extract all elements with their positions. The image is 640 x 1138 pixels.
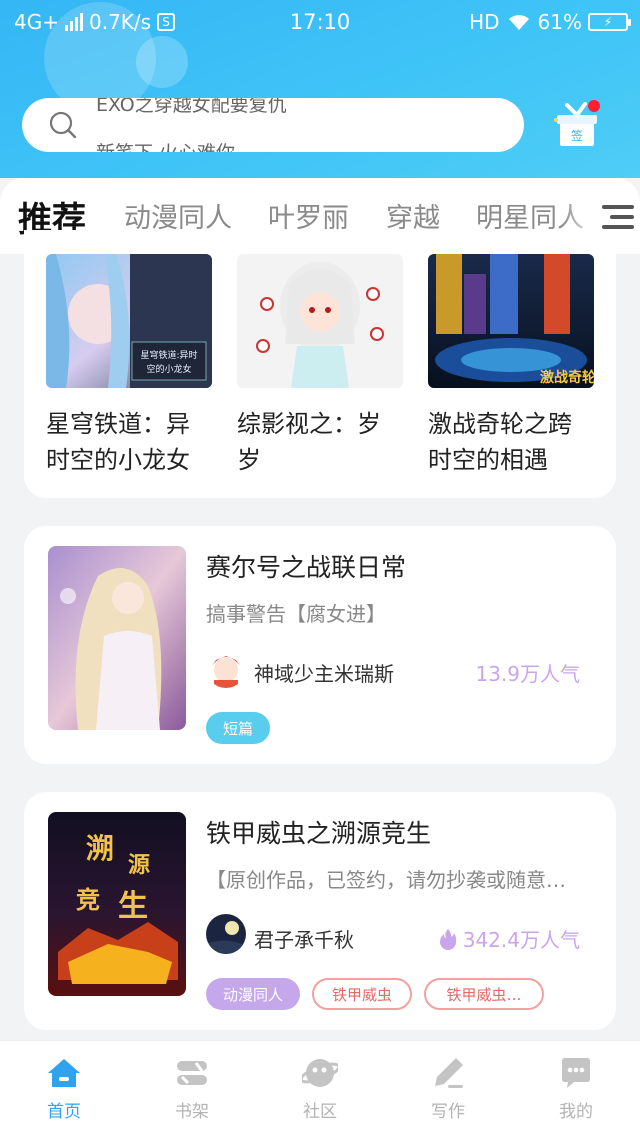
book-card[interactable]: 赛尔号之战联日常 搞事警告【腐女进】 神域少主米瑞斯 13.9万人气 短篇 xyxy=(24,526,616,764)
nav-community-label: 社区 xyxy=(303,1102,337,1122)
svg-text:溯: 溯 xyxy=(86,832,114,865)
search-suggestion-1: EXO之穿越女配要复仇 xyxy=(96,98,287,116)
bookshelf-icon xyxy=(177,1061,207,1085)
tag-anime-fanfic[interactable]: 动漫同人 xyxy=(206,978,300,1010)
svg-text:激战奇轮: 激战奇轮 xyxy=(540,369,594,386)
nav-home-label: 首页 xyxy=(47,1102,81,1122)
svg-text:生: 生 xyxy=(118,889,148,924)
book-description: 搞事警告【腐女进】 xyxy=(206,602,386,626)
book-cover[interactable] xyxy=(48,546,186,730)
menu-icon[interactable] xyxy=(600,202,636,232)
nav-write[interactable]: 写作 xyxy=(408,1055,488,1122)
battery-percent: 61% xyxy=(537,10,582,34)
tag-genre-2[interactable]: 铁甲威虫… xyxy=(424,978,544,1010)
nav-bookshelf[interactable]: 书架 xyxy=(152,1055,232,1122)
nav-mine[interactable]: 我的 xyxy=(536,1055,616,1122)
svg-text:源: 源 xyxy=(128,852,150,878)
book-cover-2[interactable] xyxy=(237,254,403,388)
author-avatar[interactable] xyxy=(206,648,246,688)
svg-text:星穹铁道:异时: 星穹铁道:异时 xyxy=(140,349,197,361)
nav-write-label: 写作 xyxy=(431,1102,465,1122)
gift-sign-in-icon[interactable]: 签 xyxy=(552,100,602,150)
featured-books-card: 星穹铁道:异时 空的小龙女 星穹铁道：异时空的小龙女 综影视之：岁岁 激战奇轮 … xyxy=(24,230,616,498)
book-title-1[interactable]: 星穹铁道：异时空的小龙女 xyxy=(46,406,212,478)
book-title[interactable]: 铁甲威虫之溯源竞生 xyxy=(206,814,431,850)
book-cover-1[interactable]: 星穹铁道:异时 空的小龙女 xyxy=(46,254,212,388)
pen-icon xyxy=(435,1058,463,1088)
flame-icon xyxy=(439,928,456,950)
book-card[interactable]: 溯 源 竞 生 铁甲威虫之溯源竞生 【原创作品，已签约，请勿抄袭或随意… 君子承… xyxy=(24,792,616,1030)
tag-genre[interactable]: 铁甲威虫 xyxy=(312,978,412,1010)
svg-text:竞: 竞 xyxy=(76,885,100,914)
popularity: 13.9万人气 xyxy=(475,658,580,687)
search-suggestion-2: 新笔下 火心难你 xyxy=(96,138,235,152)
author-avatar[interactable] xyxy=(206,914,246,954)
popularity-value: 13.9万人气 xyxy=(475,662,580,686)
svg-text:空的小龙女: 空的小龙女 xyxy=(146,363,191,375)
bottom-nav: 首页 书架 社区 写作 我的 xyxy=(0,1040,640,1138)
popularity: 342.4万人气 xyxy=(439,924,580,953)
hd-label: HD xyxy=(469,10,500,34)
book-title[interactable]: 赛尔号之战联日常 xyxy=(206,548,406,584)
wifi-icon xyxy=(508,15,529,30)
author-name[interactable]: 神域少主米瑞斯 xyxy=(254,658,394,687)
nav-community[interactable]: 社区 xyxy=(280,1055,360,1122)
tag-short[interactable]: 短篇 xyxy=(206,712,270,744)
battery-icon: ⚡ xyxy=(588,13,631,31)
popularity-value: 342.4万人气 xyxy=(462,928,580,952)
chat-bubble-icon xyxy=(562,1058,590,1088)
community-icon xyxy=(302,1059,338,1087)
book-cover-3[interactable]: 激战奇轮 xyxy=(428,254,594,388)
app-header: 4G+ 0.7K/s S 17:10 HD 61% ⚡ EXO之穿越女配要复仇 … xyxy=(0,0,640,178)
svg-text:签: 签 xyxy=(571,128,583,143)
book-title-3[interactable]: 激战奇轮之跨时空的相遇 xyxy=(428,406,594,478)
author-name[interactable]: 君子承千秋 xyxy=(254,924,354,953)
home-icon xyxy=(48,1059,80,1087)
search-icon xyxy=(49,111,77,139)
book-description: 【原创作品，已签约，请勿抄袭或随意… xyxy=(206,868,566,892)
nav-mine-label: 我的 xyxy=(559,1102,593,1122)
book-cover[interactable]: 溯 源 竞 生 xyxy=(48,812,186,996)
search-bar[interactable]: EXO之穿越女配要复仇 新笔下 火心难你 xyxy=(22,98,524,152)
nav-bookshelf-label: 书架 xyxy=(175,1102,209,1122)
nav-home[interactable]: 首页 xyxy=(24,1055,104,1122)
status-bar: 4G+ 0.7K/s S 17:10 HD 61% ⚡ xyxy=(0,0,640,44)
book-title-2[interactable]: 综影视之：岁岁 xyxy=(237,406,403,478)
